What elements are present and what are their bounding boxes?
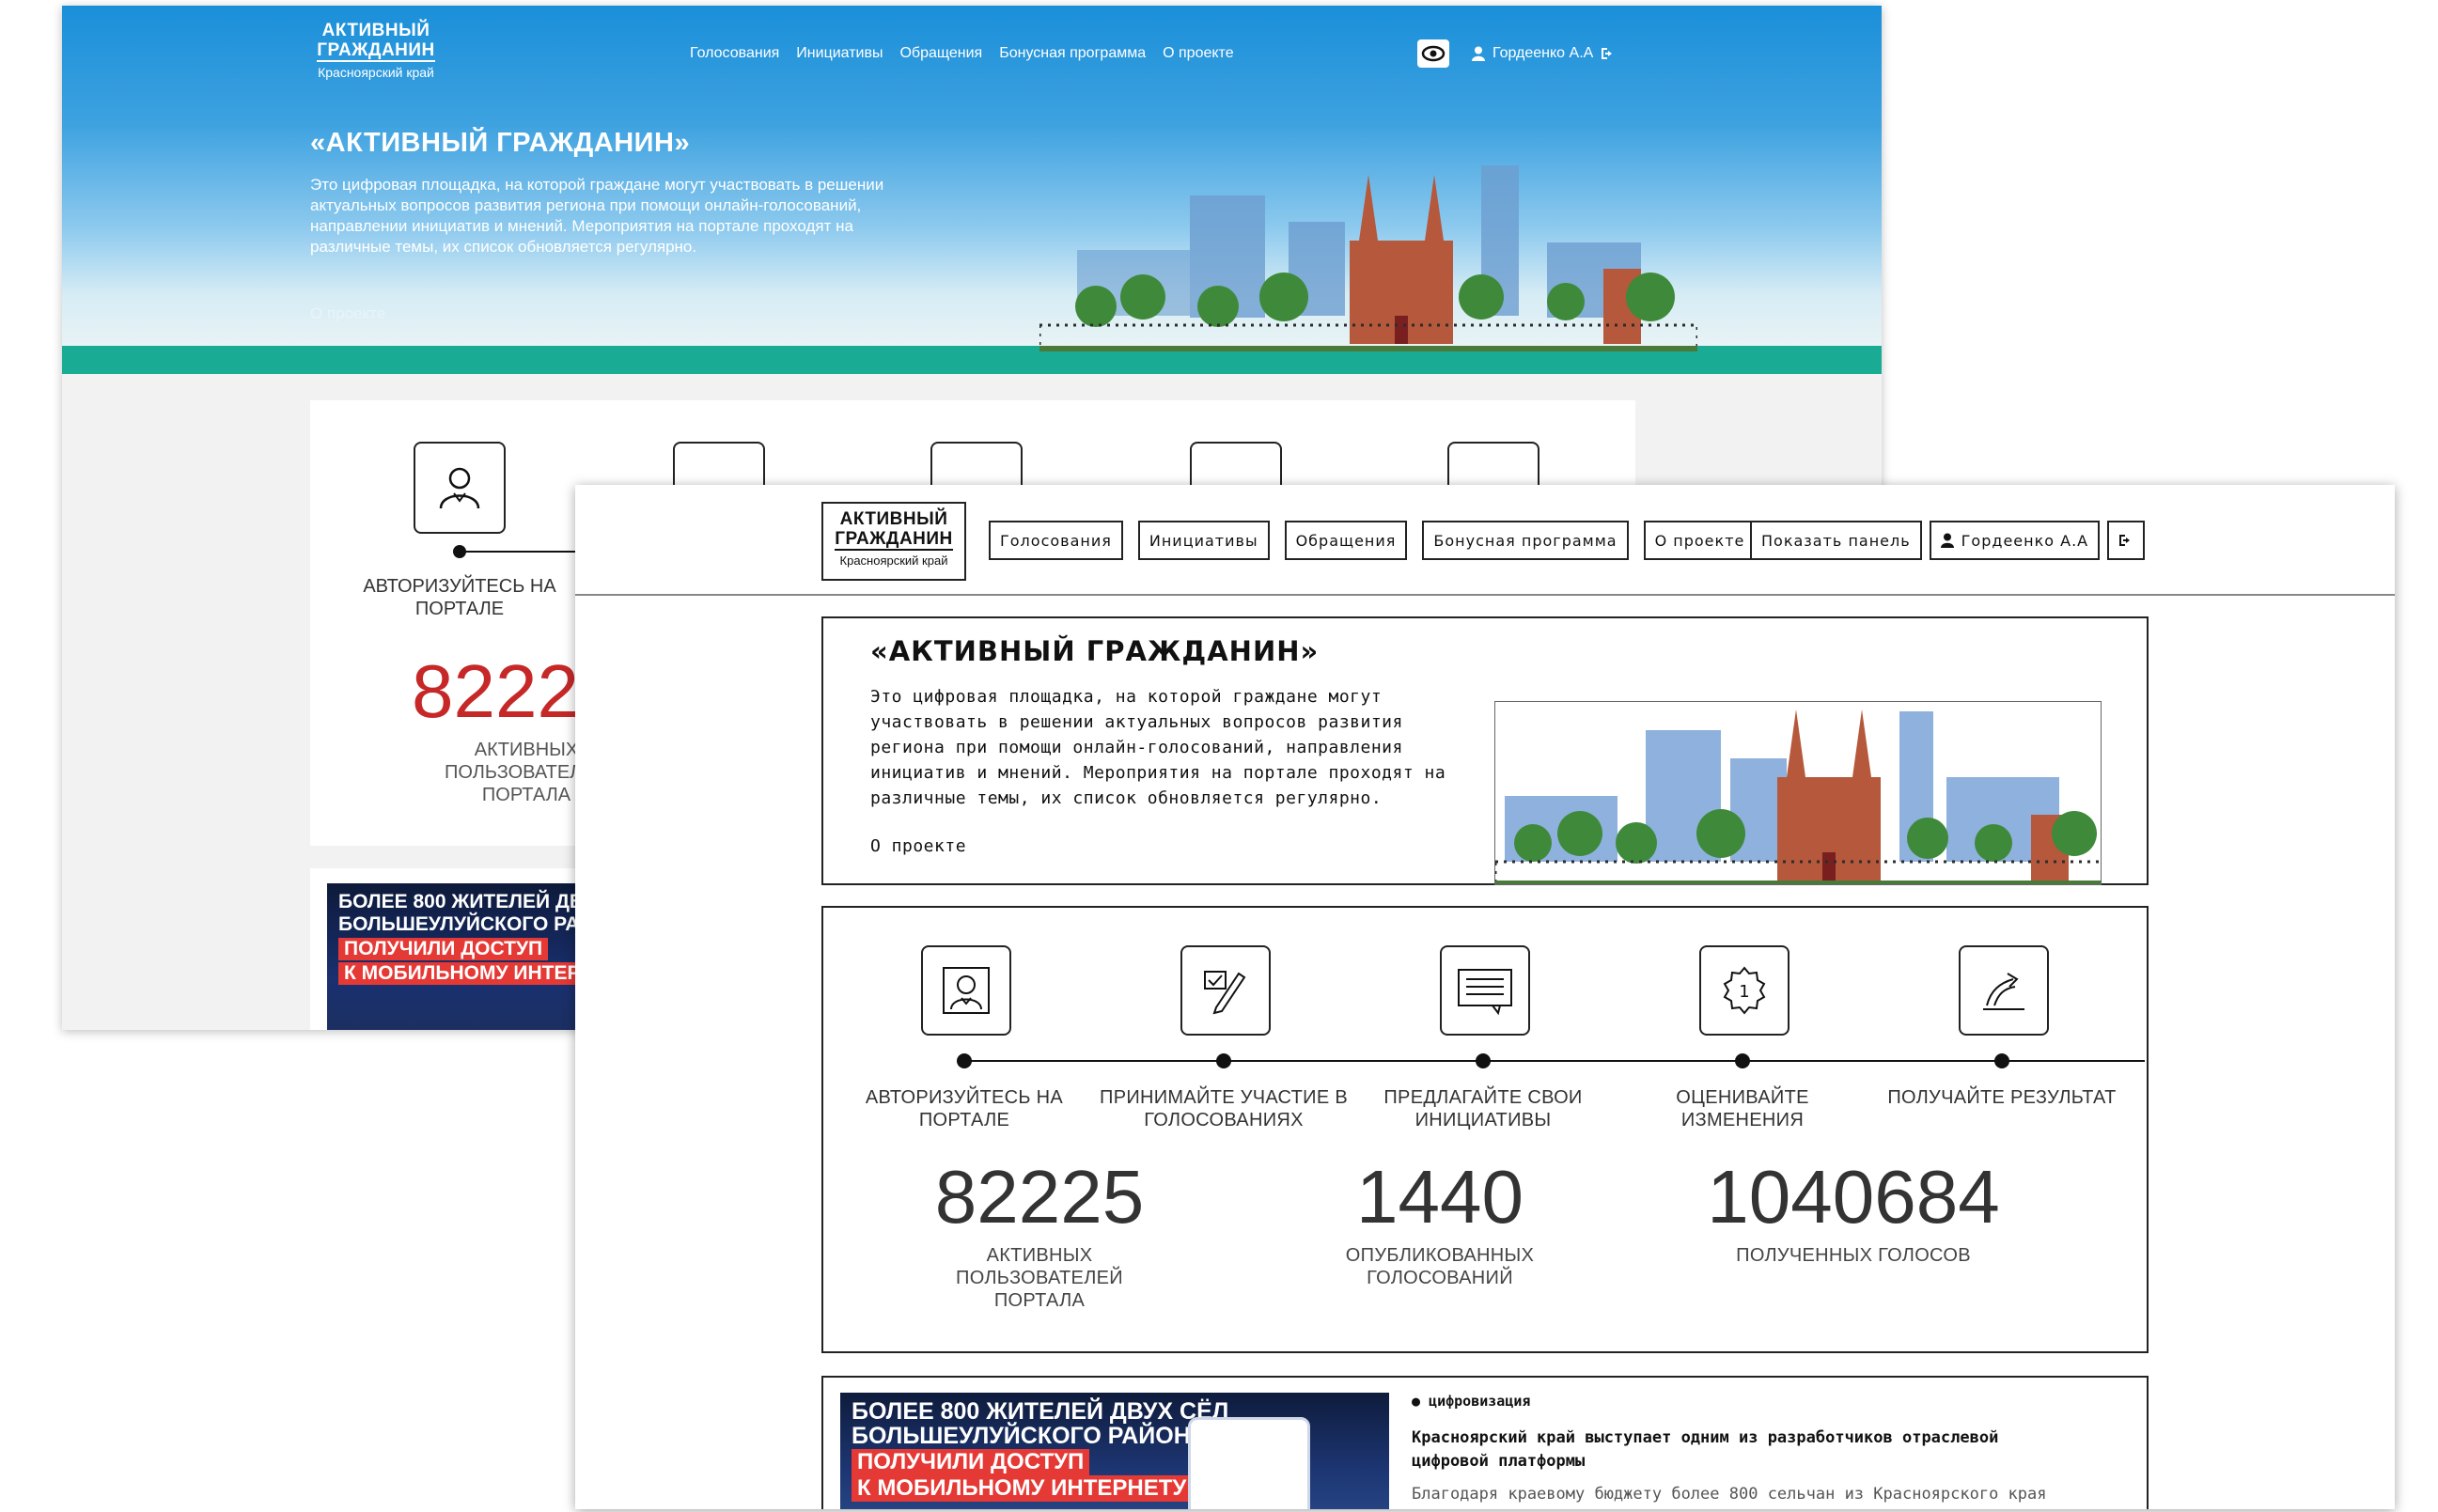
hero-title: «АКТИВНЫЙ ГРАЖДАНИН» (310, 128, 691, 158)
header: АКТИВНЫЙ ГРАЖДАНИН Красноярский край Гол… (575, 485, 2395, 596)
logout-icon[interactable] (1601, 47, 1616, 60)
eye-icon[interactable] (1417, 39, 1449, 68)
step-label-3: ПРЕДЛАГАЙТЕ СВОИ ИНИЦИАТИВЫ (1383, 1087, 1583, 1130)
promo-line1: БОЛЕЕ 800 ЖИТЕЛЕЙ ДВУХ СЁЛ (852, 1398, 1229, 1425)
main-nav: Голосования Инициативы Обращения Бонусна… (989, 521, 1757, 560)
logo-line2: ГРАЖДАНИН (317, 40, 435, 62)
hero-about-link[interactable]: О проекте (870, 836, 966, 856)
news-promo-image[interactable]: БОЛЕЕ 800 ЖИТЕЛЕЙ ДВУХ СЁЛ БОЛЬШЕУЛУЙСКО… (840, 1393, 1389, 1509)
nav-initiatives[interactable]: Инициативы (1137, 521, 1270, 560)
stat-received-votes: 1040684 (1707, 1155, 2000, 1239)
logo-line1: АКТИВНЫЙ (321, 21, 430, 40)
city-illustration (1494, 701, 2102, 885)
user-menu[interactable]: Гордеенко А.А (1929, 521, 2101, 560)
nav-appeals[interactable]: Обращения (1284, 521, 1408, 560)
main-nav: Голосования Инициативы Обращения Бонусна… (690, 45, 1234, 62)
step-dot-3 (1476, 1053, 1491, 1068)
step-label: АВТОРИЗУЙТЕСЬ НА ПОРТАЛЕ (363, 576, 556, 619)
hero-section: «АКТИВНЫЙ ГРАЖДАНИН» Это цифровая площад… (821, 616, 2149, 885)
step-dot-2 (1216, 1053, 1231, 1068)
authorize-icon (414, 442, 506, 534)
stat-active-users-label: АКТИВНЫХ ПОЛЬЗОВАТЕЛЕЙ ПОРТАЛА (956, 1245, 1123, 1311)
svg-text:1: 1 (1739, 982, 1749, 1002)
step-dot-4 (1735, 1053, 1750, 1068)
foreground-window: АКТИВНЫЙ ГРАЖДАНИН Красноярский край Гол… (575, 485, 2395, 1509)
phone-image (1188, 1417, 1310, 1509)
step-label-5: ПОЛУЧАЙТЕ РЕЗУЛЬТАТ (1887, 1087, 2117, 1108)
site-logo[interactable]: АКТИВНЫЙ ГРАЖДАНИН Красноярский край (821, 502, 966, 581)
news-text: Благодаря краевому бюджету более 800 сел… (1412, 1485, 2047, 1504)
logout-button[interactable] (2107, 521, 2146, 560)
nav-bonus[interactable]: Бонусная программа (1422, 521, 1629, 560)
site-logo[interactable]: АКТИВНЫЙ ГРАЖДАНИН Красноярский край (310, 21, 442, 80)
hero-about-link[interactable]: О проекте (310, 304, 385, 323)
news-card[interactable]: БОЛЕЕ 800 ЖИТЕЛЕЙ ДВУХ СЁЛ БОЛЬШЕУЛУЙСКО… (821, 1376, 2149, 1509)
nav-about[interactable]: О проекте (1163, 45, 1233, 62)
step-dot-1 (957, 1053, 972, 1068)
nav-initiatives[interactable]: Инициативы (796, 45, 883, 62)
logo-region: Красноярский край (318, 65, 434, 80)
promo-line1: БОЛЕЕ 800 ЖИТЕЛЕЙ ДВУХ (338, 891, 590, 912)
logo-line1: АКТИВНЫЙ (839, 509, 948, 529)
authorize-icon (921, 945, 1011, 1036)
promo-red2: К МОБИЛЬНОМУ ИНТЕРНЕ (338, 962, 590, 985)
nav-about[interactable]: О проекте (1643, 521, 1757, 560)
user-icon (1472, 46, 1485, 61)
vote-icon (1180, 945, 1271, 1036)
initiative-icon (1440, 945, 1530, 1036)
timeline-line (964, 1060, 2145, 1062)
user-name: Гордеенко А.А (1961, 531, 2089, 550)
logo-line2: ГРАЖДАНИН (835, 529, 953, 551)
stat-published-votes-label: ОПУБЛИКОВАННЫХ ГОЛОСОВАНИЙ (1345, 1245, 1535, 1288)
result-icon (1959, 945, 2049, 1036)
user-nav: Показать панель Гордеенко А.А (1750, 521, 2146, 560)
news-promo-image[interactable]: БОЛЕЕ 800 ЖИТЕЛЕЙ ДВУХ БОЛЬШЕУЛУЙСКОГО Р… (327, 883, 590, 1030)
logo-region: Красноярский край (839, 553, 948, 568)
news-tag[interactable]: ● цифровизация (1412, 1393, 1530, 1410)
logout-icon (2119, 535, 2131, 546)
user-icon (1940, 533, 1954, 548)
nav-appeals[interactable]: Обращения (899, 45, 982, 62)
stat-received-votes-label: ПОЛУЧЕННЫХ ГОЛОСОВ (1736, 1245, 1971, 1266)
stat-published-votes: 1440 (1356, 1155, 1524, 1239)
user-name: Гордеенко А.А (1492, 45, 1594, 61)
step-label-1: АВТОРИЗУЙТЕСЬ НА ПОРТАЛЕ (865, 1087, 1064, 1130)
step-label-2: ПРИНИМАЙТЕ УЧАСТИЕ В ГОЛОСОВАНИЯХ (1100, 1087, 1348, 1130)
stat-value: 8222 (412, 649, 579, 733)
hero-text: Это цифровая площадка, на которой гражда… (310, 176, 884, 256)
hero-title: «АКТИВНЫЙ ГРАЖДАНИН» (870, 635, 1320, 667)
promo-red2: К МОБИЛЬНОМУ ИНТЕРНЕТУ 4G (852, 1475, 1229, 1502)
award-icon: 1 (1699, 945, 1789, 1036)
step-dot-5 (1994, 1053, 2009, 1068)
promo-line2: БОЛЬШЕУЛУЙСКОГО РАЙО (338, 913, 590, 935)
step-label-4: ОЦЕНИВАЙТЕ ИЗМЕНЕНИЯ (1676, 1087, 1809, 1130)
promo-red1: ПОЛУЧИЛИ ДОСТУП (852, 1449, 1090, 1475)
news-title[interactable]: Красноярский край выступает одним из раз… (1412, 1426, 2070, 1473)
user-menu[interactable]: Гордеенко А.А (1472, 45, 1616, 62)
nav-votes[interactable]: Голосования (690, 45, 779, 62)
show-panel-button[interactable]: Показать панель (1750, 521, 1922, 560)
nav-votes[interactable]: Голосования (989, 521, 1123, 560)
stat-active-users: 82225 (934, 1155, 1145, 1239)
hero-text: Это цифровая площадка, на которой гражда… (870, 687, 1446, 808)
city-illustration (1039, 165, 1697, 351)
promo-red1: ПОЛУЧИЛИ ДОСТУП (338, 938, 549, 960)
nav-bonus[interactable]: Бонусная программа (999, 45, 1146, 62)
promo-line2: БОЛЬШЕУЛУЙСКОГО РАЙОНА (852, 1423, 1208, 1449)
